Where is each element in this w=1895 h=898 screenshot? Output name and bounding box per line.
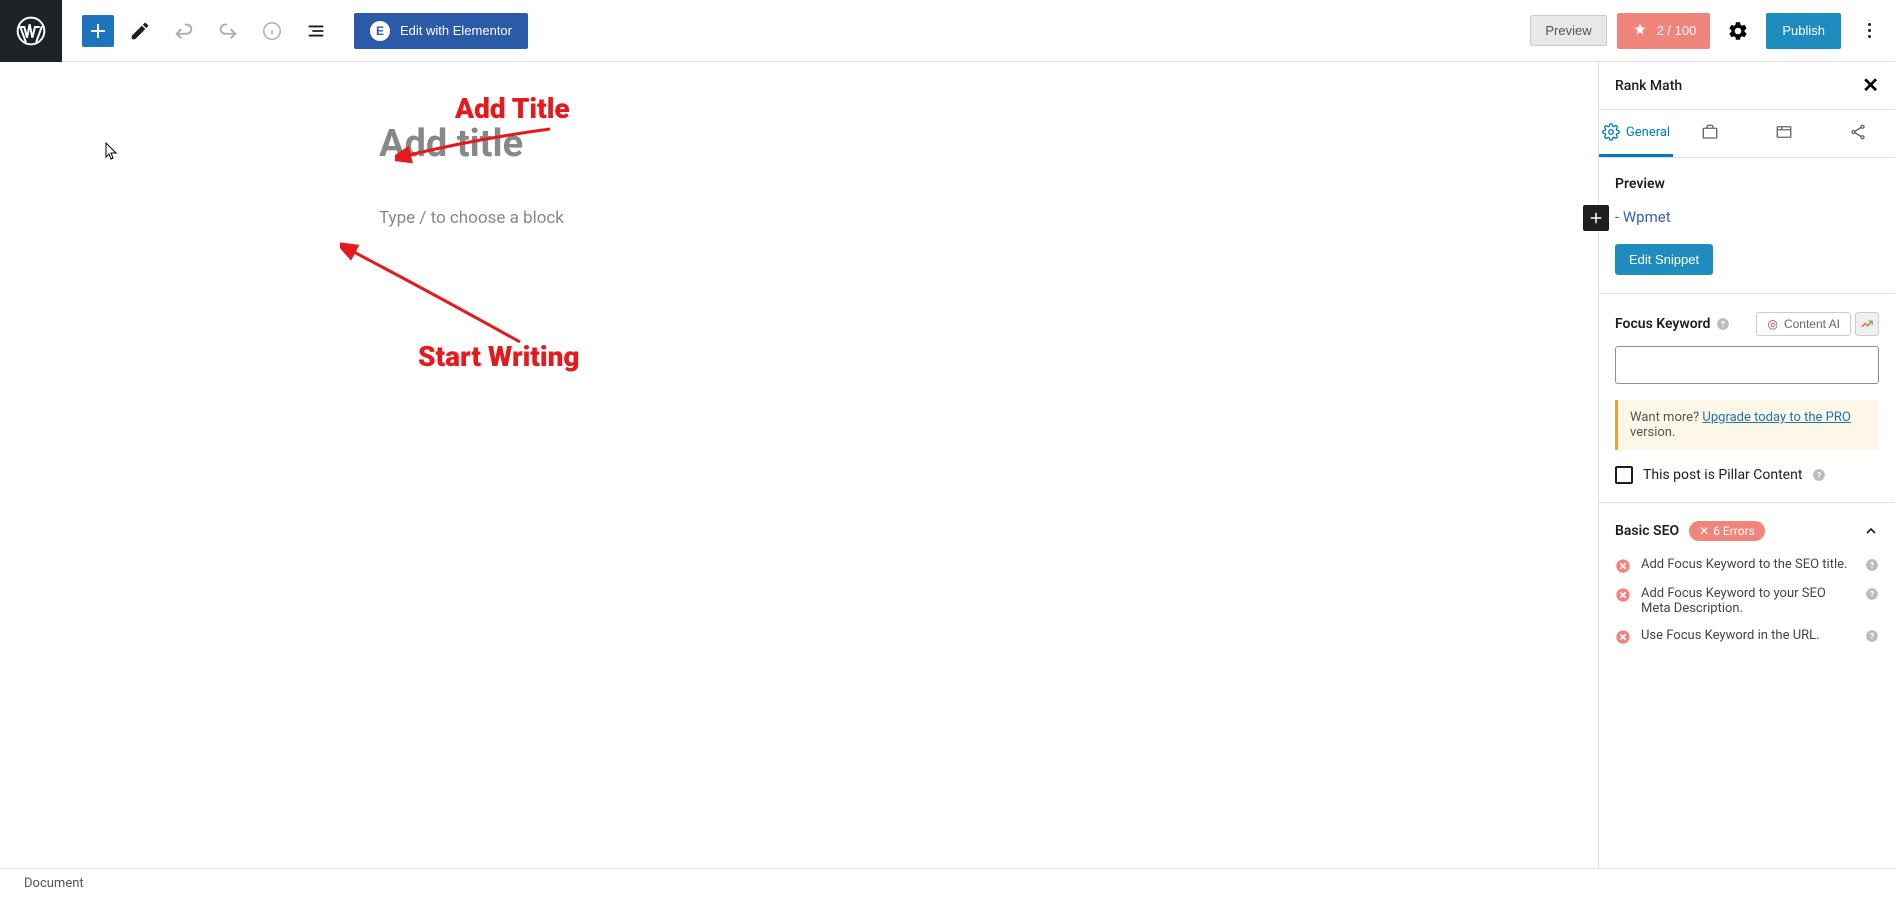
help-icon[interactable]: ? [1865,558,1879,572]
error-icon [1615,558,1631,574]
preview-link[interactable]: - Wpmet [1615,208,1879,226]
score-value: 2 / 100 [1657,23,1697,38]
upgrade-link[interactable]: Upgrade today to the PRO [1702,410,1850,425]
section-focus-keyword: Focus Keyword ? ◎ Content AI [1599,294,1895,503]
annotation-add-title: Add Title [455,92,570,125]
pillar-content-row[interactable]: This post is Pillar Content ? [1615,466,1879,484]
focus-keyword-label: Focus Keyword ? [1615,316,1730,332]
seo-item: Add Focus Keyword to the SEO title. ? [1615,557,1879,574]
sidebar-title: Rank Math [1615,78,1682,94]
focus-keyword-input[interactable] [1615,346,1879,384]
tools-icon[interactable] [122,13,158,49]
elementor-badge-icon: E [370,21,390,41]
seo-item: Add Focus Keyword to your SEO Meta Descr… [1615,586,1879,616]
svg-text:?: ? [1721,319,1725,329]
tab-general-label: General [1626,125,1670,140]
help-icon[interactable]: ? [1865,629,1879,643]
trend-icon [1860,317,1874,331]
error-icon [1615,587,1631,603]
breadcrumb-document[interactable]: Document [24,876,84,891]
edit-elementor-button[interactable]: E Edit with Elementor [354,13,528,49]
content-ai-button[interactable]: ◎ Content AI [1756,312,1851,336]
wordpress-logo[interactable] [0,0,62,62]
target-icon: ◎ [1767,317,1777,331]
pillar-checkbox[interactable] [1615,466,1633,484]
seo-score-button[interactable]: 2 / 100 [1617,13,1711,49]
tab-schema[interactable] [1747,110,1821,157]
chevron-up-icon [1863,523,1879,539]
error-icon [1615,629,1631,645]
block-placeholder[interactable]: Type / to choose a block [379,208,1219,228]
sidebar-tabs: General [1599,110,1895,158]
basic-seo-header[interactable]: Basic SEO ✕ 6 Errors [1615,521,1879,541]
elementor-label: Edit with Elementor [400,23,512,38]
help-icon[interactable]: ? [1812,468,1826,482]
add-block-inline-button[interactable] [1583,205,1609,231]
help-icon[interactable]: ? [1716,317,1730,331]
basic-seo-title: Basic SEO [1615,523,1679,539]
undo-icon[interactable] [166,13,202,49]
outline-icon[interactable] [298,13,334,49]
tab-general[interactable]: General [1599,110,1673,157]
close-sidebar-button[interactable]: ✕ [1862,73,1879,98]
editor-canvas: Type / to choose a block Add Title Start… [0,62,1598,868]
cursor-icon [105,142,119,160]
tab-social[interactable] [1821,110,1895,157]
annotation-start-writing: Start Writing [418,340,580,373]
more-options-button[interactable] [1851,13,1887,49]
seo-checklist: Add Focus Keyword to the SEO title. ? Ad… [1615,557,1879,645]
svg-text:?: ? [1870,631,1874,641]
help-icon[interactable]: ? [1865,587,1879,601]
briefcase-icon [1701,123,1719,141]
redo-icon[interactable] [210,13,246,49]
arrow-start-writing [340,242,530,352]
dots-vertical-icon [1868,23,1871,38]
pillar-label: This post is Pillar Content [1643,467,1802,483]
close-icon: ✕ [1862,75,1879,97]
rank-math-sidebar: Rank Math ✕ General [1598,62,1895,868]
section-basic-seo: Basic SEO ✕ 6 Errors Add Focus Keyword t… [1599,503,1895,675]
sidebar-header: Rank Math ✕ [1599,62,1895,110]
settings-button[interactable] [1720,13,1756,49]
trends-button[interactable] [1855,312,1879,336]
gear-icon [1727,20,1749,42]
tab-advanced[interactable] [1673,110,1747,157]
seo-item: Use Focus Keyword in the URL. ? [1615,628,1879,645]
error-count-badge: ✕ 6 Errors [1689,521,1765,541]
score-icon [1631,22,1649,40]
info-icon[interactable] [254,13,290,49]
svg-text:?: ? [1870,589,1874,599]
section-preview: Preview - Wpmet Edit Snippet [1599,158,1895,294]
x-icon: ✕ [1699,524,1709,538]
bottom-bar: Document [0,868,1895,898]
top-toolbar: E Edit with Elementor Preview 2 / 100 Pu… [0,0,1895,62]
gear-icon [1602,123,1620,141]
schema-icon [1775,123,1793,141]
preview-button[interactable]: Preview [1530,15,1606,46]
share-icon [1849,123,1867,141]
svg-text:?: ? [1870,560,1874,570]
edit-snippet-button[interactable]: Edit Snippet [1615,244,1713,275]
upgrade-notice: Want more? Upgrade today to the PRO vers… [1615,400,1879,450]
post-title-input[interactable] [379,122,1219,166]
publish-button[interactable]: Publish [1766,13,1841,49]
svg-text:?: ? [1817,470,1821,480]
add-block-button[interactable] [82,15,114,47]
preview-title: Preview [1615,176,1879,192]
